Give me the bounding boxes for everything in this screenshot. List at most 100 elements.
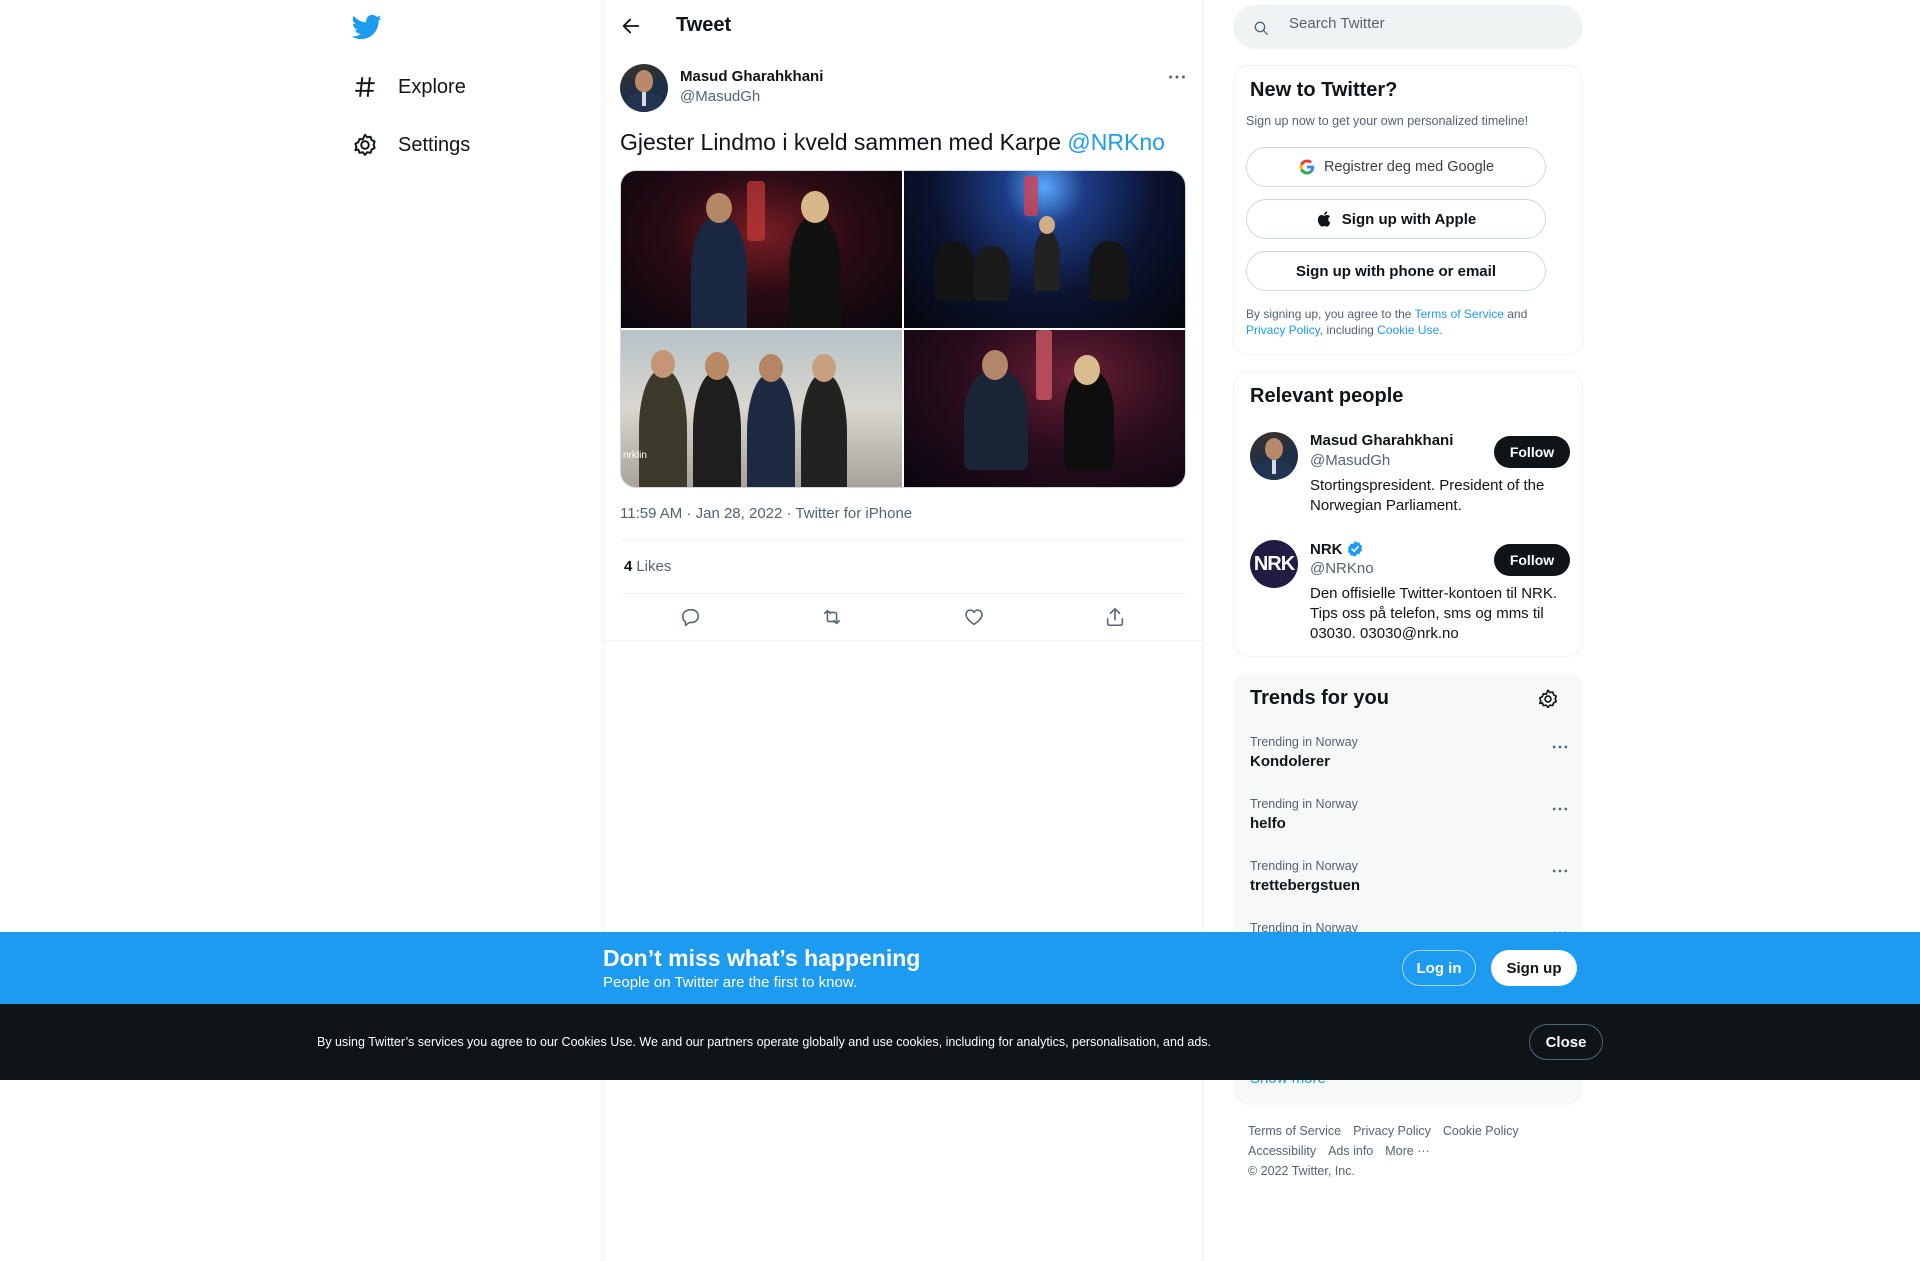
nav-item-label: Settings (398, 133, 471, 156)
divider (604, 640, 1202, 641)
trend-item[interactable]: Trending in Norway Kondolerer (1250, 735, 1570, 770)
copyright: © 2022 Twitter, Inc. (1248, 1164, 1355, 1178)
trend-item[interactable]: Trending in Norway trettebergstuen (1250, 859, 1570, 894)
meta-separator: · (682, 505, 696, 522)
footer-links-row: Accessibility Ads info More ··· (1248, 1141, 1568, 1161)
trend-name: trettebergstuen (1250, 877, 1361, 894)
avatar[interactable] (1250, 432, 1298, 480)
retweet-icon[interactable] (821, 606, 843, 628)
cookie-use-link[interactable]: Cookie Use. (1377, 323, 1442, 337)
footer-link-cookie[interactable]: Cookie Policy (1443, 1124, 1519, 1138)
tweet-photo-1[interactable] (621, 171, 902, 328)
author-avatar[interactable] (620, 64, 668, 112)
footer-link-accessibility[interactable]: Accessibility (1248, 1144, 1316, 1158)
google-logo-icon (1299, 159, 1315, 175)
footer-link-ads[interactable]: Ads info (1328, 1144, 1373, 1158)
apple-signup-button[interactable]: Sign up with Apple (1246, 199, 1546, 239)
card-title: Relevant people (1250, 385, 1404, 407)
login-button[interactable]: Log in (1402, 950, 1476, 986)
meta-separator: · (782, 505, 796, 522)
trend-name: helfo (1250, 815, 1286, 832)
tweet-source[interactable]: Twitter for iPhone (795, 505, 912, 522)
footer-link-more[interactable]: More ··· (1385, 1144, 1429, 1158)
privacy-link[interactable]: Privacy Policy (1246, 323, 1320, 337)
legal-text: and (1503, 307, 1528, 321)
footer-link-privacy[interactable]: Privacy Policy (1353, 1124, 1431, 1138)
legal-text: By signing up, you agree to the (1246, 307, 1415, 321)
cookie-notice-text: By using Twitter’s services you agree to… (317, 1035, 1212, 1049)
reply-icon[interactable] (680, 606, 702, 628)
footer-links-row: Terms of Service Privacy Policy Cookie Pol… (1248, 1121, 1568, 1141)
twitter-bird-icon[interactable] (351, 12, 382, 42)
likes-number: 4 (624, 558, 633, 575)
mention-link[interactable]: @NRKno (1067, 129, 1165, 155)
google-signup-button[interactable]: Registrer deg med Google (1246, 147, 1546, 187)
button-label: Sign up with Apple (1341, 210, 1477, 228)
follow-button[interactable]: Follow (1494, 436, 1570, 468)
apple-logo-icon (1317, 211, 1331, 227)
trend-item[interactable]: Trending in Norway helfo (1250, 797, 1570, 832)
likes-count[interactable]: 4 Likes (624, 558, 671, 575)
person-name[interactable]: NRK (1310, 540, 1364, 558)
card-title: Trends for you (1250, 687, 1389, 709)
footer-link-terms[interactable]: Terms of Service (1248, 1124, 1341, 1138)
person-bio: Den offisielle Twitter-kontoen til NRK. … (1310, 585, 1558, 642)
trend-context: Trending in Norway (1250, 735, 1358, 749)
tweet-photo-2[interactable] (904, 171, 1185, 328)
person-handle[interactable]: @NRKno (1310, 560, 1374, 577)
page-title: Tweet (676, 14, 732, 36)
tweet-body-text: Gjester Lindmo i kveld sammen med Karpe (620, 129, 1068, 155)
more-options-icon[interactable] (1550, 799, 1570, 819)
tweet-timestamp[interactable]: 11:59 AM · Jan 28, 2022 · Twitter for iP… (620, 505, 912, 522)
relevant-people-card: Relevant people Masud Gharahkhani @Masud… (1233, 371, 1583, 657)
signup-button[interactable]: Sign up (1491, 950, 1577, 986)
author-name[interactable]: Masud Gharahkhani (680, 68, 823, 85)
signup-legal-text: By signing up, you agree to the Terms of… (1246, 306, 1566, 338)
trend-context: Trending in Norway (1250, 797, 1358, 811)
tweet-action-bar (620, 594, 1186, 640)
signup-banner: Don’t miss what’s happening People on Tw… (0, 932, 1920, 1004)
search-bar[interactable] (1233, 5, 1583, 49)
search-icon (1254, 21, 1268, 35)
like-heart-icon[interactable] (963, 606, 985, 628)
gear-icon[interactable] (1537, 688, 1559, 710)
more-options-icon[interactable] (1550, 737, 1570, 757)
button-label: Sign up with phone or email (1295, 262, 1496, 280)
back-arrow-icon[interactable] (620, 15, 642, 37)
tweet-photo-3[interactable]: nrklin (621, 330, 902, 487)
avatar[interactable]: NRK (1250, 540, 1298, 588)
search-input[interactable] (1289, 15, 1559, 32)
person-bio: Stortingspresident. President of the Nor… (1310, 477, 1545, 514)
hashtag-icon (355, 77, 375, 97)
follow-button[interactable]: Follow (1494, 544, 1570, 576)
button-label: Registrer deg med Google (1323, 159, 1495, 175)
person-name[interactable]: Masud Gharahkhani (1310, 432, 1453, 449)
cookie-banner: By using Twitter’s services you agree to… (0, 1004, 1920, 1080)
author-handle[interactable]: @MasudGh (680, 88, 760, 105)
share-icon[interactable] (1104, 606, 1126, 628)
terms-link[interactable]: Terms of Service (1415, 307, 1504, 321)
phone-email-signup-button[interactable]: Sign up with phone or email (1246, 251, 1546, 291)
tweet-date: Jan 28, 2022 (695, 505, 783, 522)
more-options-icon[interactable] (1550, 861, 1570, 881)
photo-caption-text: nrklin (623, 450, 647, 461)
tweet-time: 11:59 AM (620, 505, 683, 522)
more-options-icon[interactable] (1166, 66, 1188, 88)
nav-item-explore[interactable]: Explore (352, 65, 466, 109)
nav-item-settings[interactable]: Settings (352, 123, 470, 167)
tweet-media-grid: nrklin (620, 170, 1186, 488)
trend-name: Kondolerer (1250, 753, 1331, 770)
banner-subtitle: People on Twitter are the first to know. (603, 974, 858, 991)
person-name-text: NRK (1310, 540, 1343, 558)
close-button[interactable]: Close (1529, 1024, 1603, 1060)
banner-title: Don’t miss what’s happening (603, 945, 921, 971)
person-handle[interactable]: @MasudGh (1310, 452, 1390, 469)
tweet-text: Gjester Lindmo i kveld sammen med Karpe … (620, 129, 1165, 156)
person-name-text: Masud Gharahkhani (1310, 432, 1454, 449)
new-to-twitter-card: New to Twitter? Sign up now to get your … (1233, 65, 1583, 355)
verified-badge-icon (1347, 541, 1362, 557)
tweet-photo-4[interactable] (904, 330, 1185, 487)
likes-label: Likes (636, 558, 672, 575)
gear-icon (354, 133, 376, 156)
legal-text: , including (1319, 323, 1378, 337)
